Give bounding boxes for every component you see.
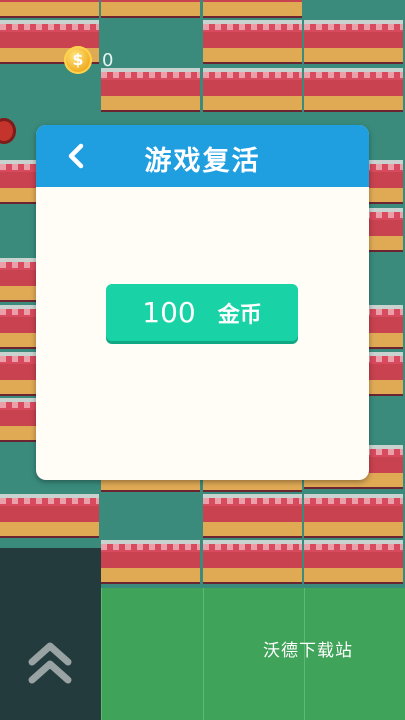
revive-dialog: 游戏复活 100 金币 [36,125,369,480]
brick [0,0,99,18]
brick [304,68,403,112]
dark-lane-floor [0,548,101,720]
brick [203,540,302,584]
brick [304,494,403,538]
double-chevron-up-icon[interactable] [28,638,72,688]
brick [0,494,99,538]
dialog-title: 游戏复活 [144,146,261,177]
brick [101,540,200,584]
coin-cost: 100 [142,296,196,329]
coin-icon: $ [64,46,92,74]
brick [101,68,200,112]
brick [203,494,302,538]
coin-count: 0 [102,50,114,71]
brick [203,0,302,18]
revive-with-coins-button[interactable]: 100 金币 [106,284,298,341]
coin-unit-label: 金币 [217,303,262,328]
green-floor [101,588,204,720]
watermark: 沃德下载站 [263,641,353,661]
brick [203,20,302,64]
dialog-header: 游戏复活 [36,125,369,187]
brick [304,20,403,64]
brick [203,68,302,112]
brick [101,0,200,18]
brick [304,540,403,584]
